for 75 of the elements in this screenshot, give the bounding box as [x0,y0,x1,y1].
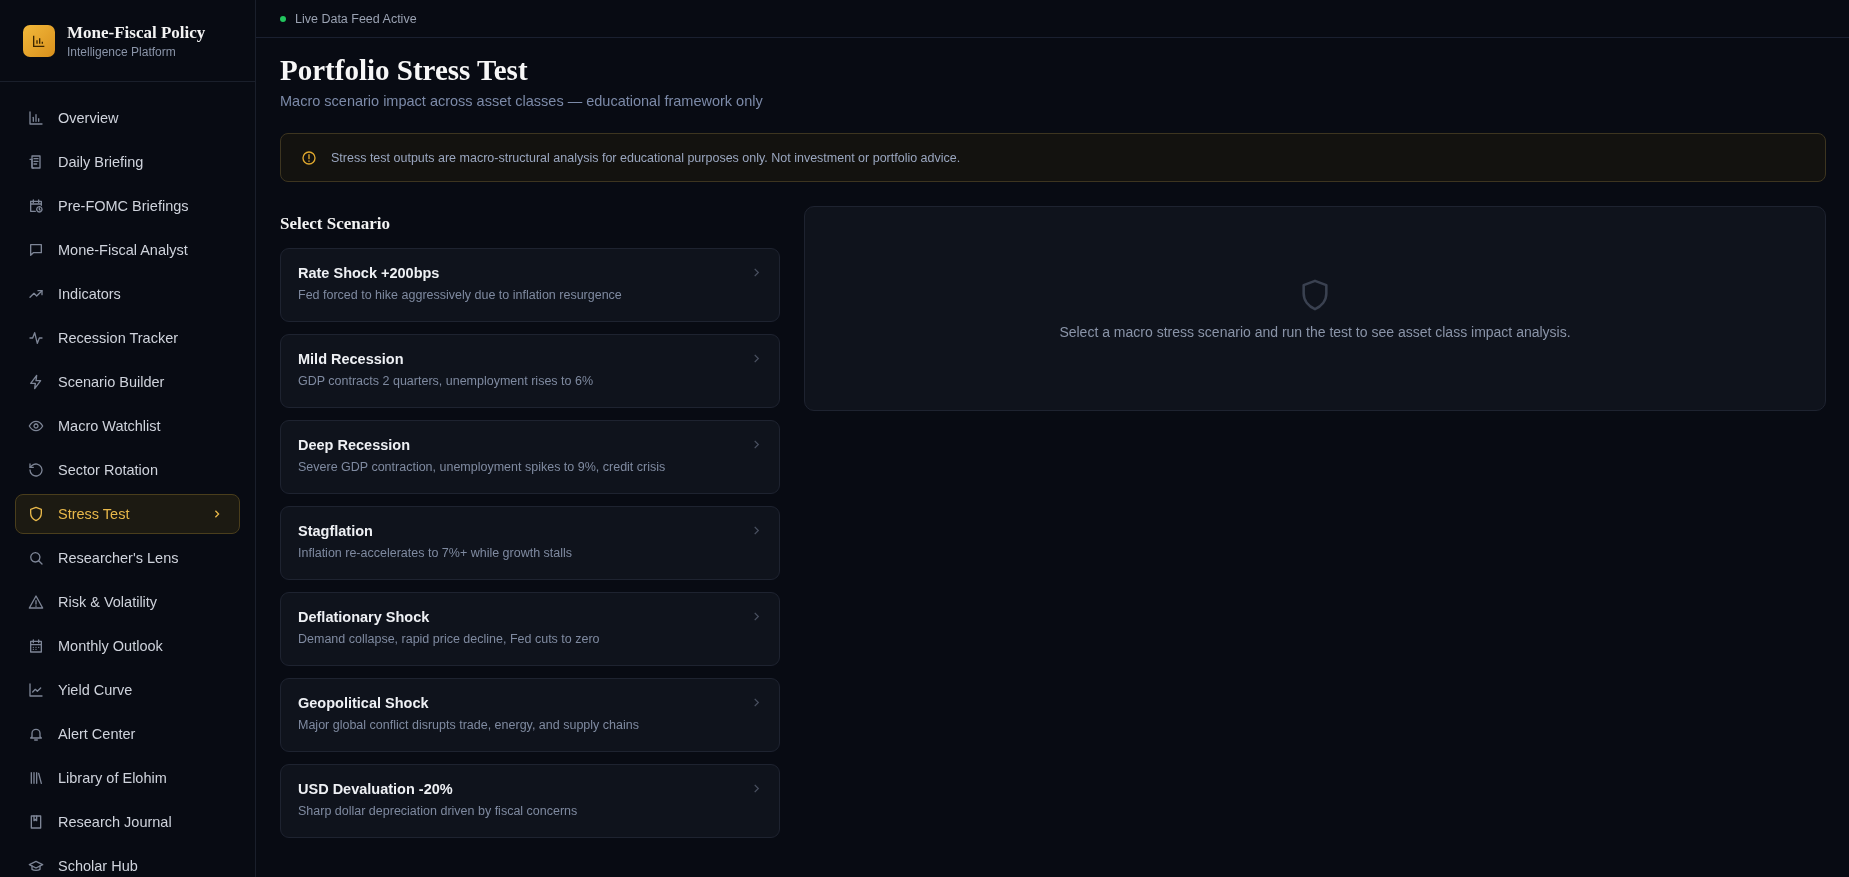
live-status-text: Live Data Feed Active [295,11,417,26]
book-icon [28,814,44,830]
graduation-cap-icon [28,858,44,874]
chevron-right-icon [752,526,761,535]
chevron-right-icon [213,510,221,518]
shield-icon [28,506,44,522]
chevron-right-icon [752,612,761,621]
scenario-description: Demand collapse, rapid price decline, Fed cuts to zero [298,632,601,646]
page-title: Portfolio Stress Test [280,54,529,87]
scenario-description: GDP contracts 2 quarters, unemployment rises to 6% [298,374,595,388]
scenario-description: Fed forced to hike aggressively due to inflation resurgence [298,288,623,302]
section-heading: Select Scenario [280,213,391,234]
sidebar-item[interactable]: Monthly Outlook [15,626,240,666]
search-icon [28,550,44,566]
page-subtitle: Macro scenario impact across asset classes — educational framework only [280,93,764,109]
scenario-description: Major global conflict disrupts trade, energy, and supply chains [298,718,640,732]
sidebar-item[interactable]: Researcher's Lens [15,538,240,578]
sidebar-item[interactable]: Macro Watchlist [15,406,240,446]
sidebar-item[interactable]: Indicators [15,274,240,314]
sidebar-item[interactable]: Research Journal [15,802,240,842]
sidebar-item[interactable]: Pre-FOMC Briefings [15,186,240,226]
rotate-icon [28,462,44,478]
disclaimer-text: Stress test outputs are macro-structural analysis for educational purposes only. Not investment or portfolio advice. [331,150,961,165]
scenario-card[interactable]: Deep Recession Severe GDP contraction, unemployment spikes to 9%, credit crisis [280,420,780,494]
sidebar-item[interactable]: Daily Briefing [15,142,240,182]
pulse-icon [28,330,44,346]
chevron-right-icon [752,354,761,363]
bar-chart-icon [28,110,44,126]
calendar-icon [28,638,44,654]
scenario-card[interactable]: Mild Recession GDP contracts 2 quarters, unemployment rises to 6% [280,334,780,408]
sidebar-item[interactable]: Stress Test [15,494,240,534]
scenario-title: Deflationary Shock [298,609,431,625]
warning-icon [28,594,44,610]
line-chart-icon [28,682,44,698]
sidebar-item[interactable]: Alert Center [15,714,240,754]
scenario-card[interactable]: Rate Shock +200bps Fed forced to hike aggressively due to inflation resurgence [280,248,780,322]
sidebar-item[interactable]: Scenario Builder [15,362,240,402]
chevron-right-icon [752,698,761,707]
scenario-card[interactable]: Stagflation Inflation re-accelerates to 7%+ while growth stalls [280,506,780,580]
scenario-title: Stagflation [298,523,374,539]
sidebar-item[interactable]: Mone-Fiscal Analyst [15,230,240,270]
lightning-icon [28,374,44,390]
chevron-right-icon [752,268,761,277]
scenario-card[interactable]: USD Devaluation -20% Sharp dollar depreciation driven by fiscal concerns [280,764,780,838]
empty-state-message: Select a macro stress scenario and run the test to see asset class impact analysis. [1059,323,1571,340]
scenario-title: Geopolitical Shock [298,695,430,711]
app-title: Mone-Fiscal Policy [67,23,206,43]
sidebar-item[interactable]: Risk & Volatility [15,582,240,622]
sidebar-item[interactable]: Yield Curve [15,670,240,710]
eye-icon [28,418,44,434]
sidebar-item[interactable]: Recession Tracker [15,318,240,358]
logo-icon [23,25,55,57]
scenario-title: Mild Recession [298,351,405,367]
status-dot-icon [280,15,286,22]
scenario-card[interactable]: Deflationary Shock Demand collapse, rapid price decline, Fed cuts to zero [280,592,780,666]
sidebar-item[interactable]: Scholar Hub [15,846,240,877]
scenario-description: Severe GDP contraction, unemployment spikes to 9%, credit crisis [298,460,667,474]
sidebar-item[interactable]: Sector Rotation [15,450,240,490]
chevron-right-icon [752,784,761,793]
scenario-title: USD Devaluation -20% [298,781,454,797]
chat-bubble-icon [28,242,44,258]
newspaper-icon [28,154,44,170]
scenario-title: Rate Shock +200bps [298,265,441,281]
bell-icon [28,726,44,742]
calendar-clock-icon [28,198,44,214]
chevron-right-icon [752,440,761,449]
scenario-description: Inflation re-accelerates to 7%+ while growth stalls [298,546,574,560]
app-subtitle: Intelligence Platform [67,45,177,59]
scenario-title: Deep Recession [298,437,412,453]
library-icon [28,770,44,786]
alert-icon [301,149,317,166]
scenario-description: Sharp dollar depreciation driven by fiscal concerns [298,804,579,818]
sidebar-item[interactable]: Overview [15,98,240,138]
sidebar-item[interactable]: Library of Elohim [15,758,240,798]
scenario-card[interactable]: Geopolitical Shock Major global conflict disrupts trade, energy, and supply chains [280,678,780,752]
